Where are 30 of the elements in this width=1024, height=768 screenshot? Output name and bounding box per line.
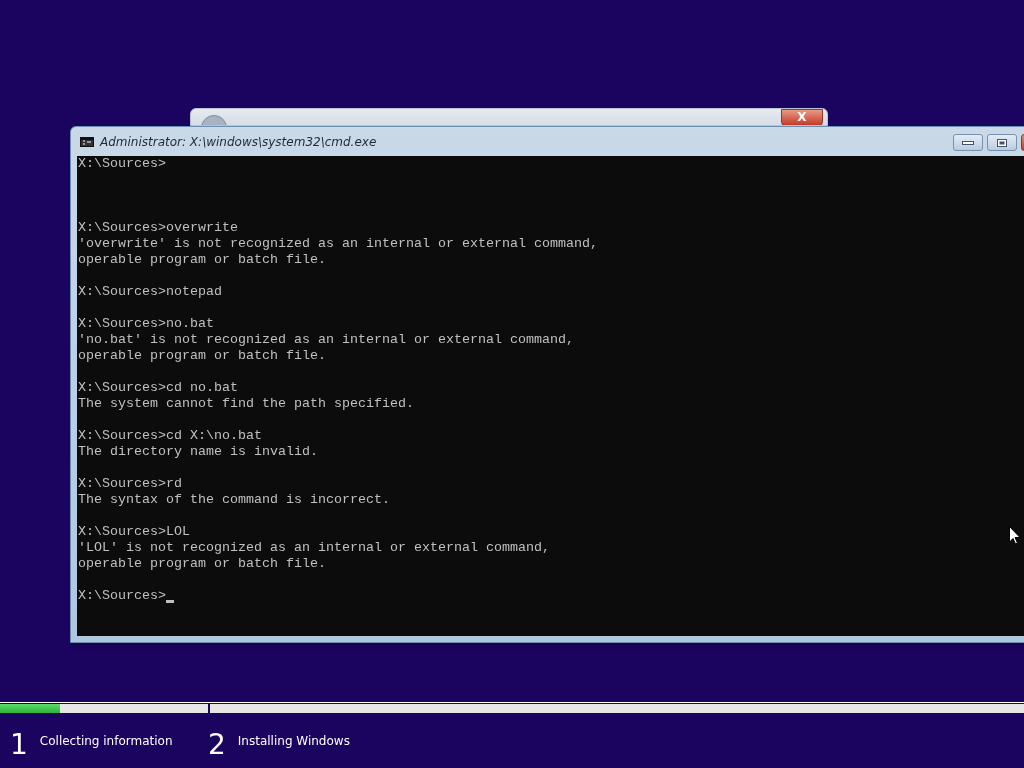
console-line: X:\Sources>no.bat [78, 316, 214, 332]
console-line: X:\Sources>rd [78, 476, 182, 492]
console-line: X:\Sources> [78, 156, 166, 172]
console-line: operable program or batch file. [78, 556, 326, 572]
console-line: 'LOL' is not recognized as an internal or external command, [78, 540, 550, 556]
console-line: operable program or batch file. [78, 252, 326, 268]
minimize-icon [962, 140, 974, 145]
step-label: Collecting information [39, 734, 173, 750]
console-line: The system cannot find the path specified. [78, 396, 414, 412]
console-icon [80, 136, 94, 147]
maximize-icon [997, 138, 1007, 147]
step-label: Installing Windows [237, 734, 350, 750]
console-line: 'no.bat' is not recognized as an internal or external command, [78, 332, 574, 348]
minimize-button[interactable] [953, 134, 983, 151]
step-number: 1 [10, 727, 28, 763]
console-line: X:\Sources>LOL [78, 524, 190, 540]
console-line: X:\Sources>overwrite [78, 220, 238, 236]
command-prompt[interactable]: X:\Sources> [78, 588, 166, 604]
text-cursor [166, 600, 174, 603]
console-line: X:\Sources>cd X:\no.bat [78, 428, 262, 444]
window-title: Administrator: X:\windows\system32\cmd.exe [100, 134, 377, 149]
step-number: 2 [208, 727, 226, 763]
console-line: The directory name is invalid. [78, 444, 318, 460]
console-line: operable program or batch file. [78, 348, 326, 364]
console-line: X:\Sources>cd no.bat [78, 380, 238, 396]
console-line: The syntax of the command is incorrect. [78, 492, 390, 508]
maximize-button[interactable] [987, 134, 1017, 151]
console-line: X:\Sources>notepad [78, 284, 222, 300]
console-line: 'overwrite' is not recognized as an internal or external command, [78, 236, 598, 252]
mouse-cursor-icon [1009, 526, 1021, 545]
